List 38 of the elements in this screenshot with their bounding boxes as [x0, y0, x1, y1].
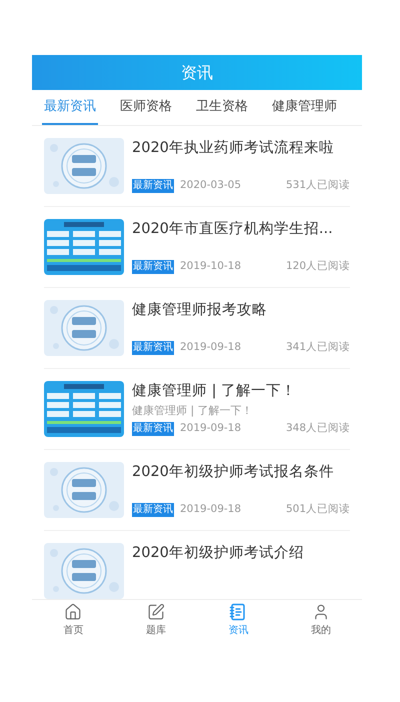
article-summary: 健康管理师 | 了解一下！ — [132, 403, 254, 419]
nav-tab[interactable]: 题库 — [114, 600, 197, 641]
category-tab[interactable]: 健康管理师 — [270, 90, 339, 125]
category-tab[interactable]: 卫生资格 — [194, 90, 250, 125]
category-tag: 最新资讯 — [132, 503, 174, 518]
publish-date: 2019-09-18 — [180, 502, 242, 518]
document-icon — [229, 603, 248, 621]
article-title: 2020年初级护师考试介绍 — [132, 544, 305, 563]
article-item[interactable]: 2020年市直医疗机构学生招... 最新资讯 2019-10-18 120人已阅读 — [44, 207, 350, 288]
read-count: 531人已阅读 — [286, 178, 350, 194]
read-count: 348人已阅读 — [286, 421, 350, 436]
publish-date: 2019-09-18 — [180, 340, 242, 356]
category-tag: 最新资讯 — [132, 179, 174, 194]
publish-date: 2019-10-18 — [180, 259, 242, 274]
article-title: 健康管理师 | 了解一下！ — [132, 382, 298, 401]
article-item[interactable]: 2020年执业药师考试流程来啦 最新资讯 2020-03-05 531人已阅读 — [44, 126, 350, 207]
category-tab[interactable]: 医师资格 — [118, 90, 174, 125]
read-count: 501人已阅读 — [286, 502, 350, 518]
nav-tab[interactable]: 我的 — [280, 600, 362, 641]
category-tag: 最新资讯 — [132, 341, 174, 356]
read-count: 120人已阅读 — [286, 259, 350, 274]
article-title: 健康管理师报考攻略 — [132, 300, 268, 320]
article-item[interactable]: 健康管理师报考攻略 最新资讯 2019-09-18 341人已阅读 — [44, 288, 350, 369]
publish-date: 2019-09-18 — [180, 421, 242, 436]
pen-square-icon — [146, 603, 165, 621]
category-tag: 最新资讯 — [132, 260, 174, 274]
article-title: 2020年执业药师考试流程来啦 — [132, 138, 335, 158]
article-title: 2020年市直医疗机构学生招... — [132, 220, 334, 239]
article-item[interactable]: 健康管理师 | 了解一下！ 健康管理师 | 了解一下！ 最新资讯 2019-09-18 348人已阅读 — [44, 369, 350, 450]
page-title: 资讯 — [181, 62, 213, 84]
read-count: 341人已阅读 — [286, 340, 350, 356]
category-tab[interactable]: 最新资讯 — [42, 90, 98, 125]
article-title: 2020年初级护师考试报名条件 — [132, 462, 335, 482]
category-tag: 最新资讯 — [132, 422, 174, 436]
publish-date: 2020-03-05 — [180, 178, 242, 194]
home-icon — [64, 603, 82, 621]
nav-tab[interactable]: 首页 — [32, 600, 114, 641]
article-item[interactable]: 2020年初级护师考试报名条件 最新资讯 2019-09-18 501人已阅读 — [44, 450, 350, 531]
